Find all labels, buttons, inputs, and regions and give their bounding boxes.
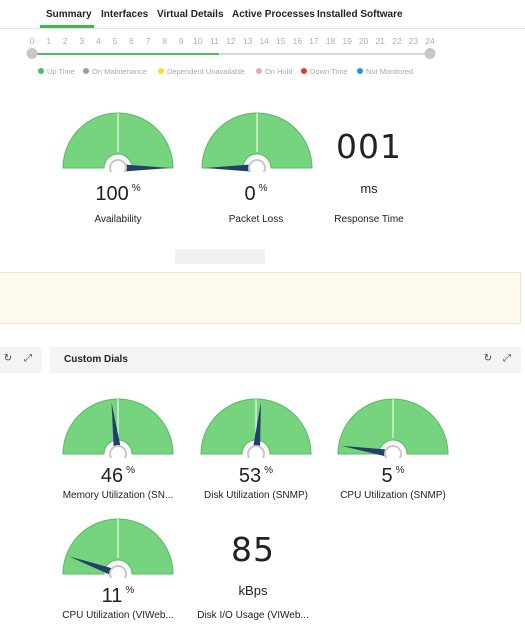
timeline-hour-label: 20	[358, 36, 369, 46]
tab-installed-software[interactable]: Installed Software	[317, 9, 403, 20]
disk-utilization-label: Disk Utilization (SNMP)	[204, 490, 308, 501]
timeline-hour-label: 10	[193, 36, 203, 46]
gauge-hub	[247, 445, 265, 458]
timeline-hour-label: 12	[226, 36, 236, 46]
timeline-hour-label: 16	[292, 36, 303, 46]
gauge-hub	[109, 159, 127, 172]
packet-loss-value: 0%	[244, 183, 268, 205]
disk-utilization-value: 53%	[238, 465, 274, 487]
disk-io-label: Disk I/O Usage (VIWeb...	[197, 610, 309, 621]
legend-up-time: Up Time	[38, 67, 75, 76]
gauge-svg	[62, 112, 174, 172]
cpu-utilization-viweb-gauge	[62, 518, 174, 578]
legend-dot	[83, 68, 89, 74]
timeline-hour-label: 15	[276, 36, 286, 46]
legend-dot	[38, 68, 44, 74]
legend-dot	[256, 68, 262, 74]
timeline-hour-label: 18	[325, 36, 336, 46]
response-time-unit: ms	[360, 181, 378, 196]
timeline-hour-label: 11	[209, 36, 219, 46]
custom-dials-title: Custom Dials	[64, 354, 128, 365]
timeline-hour-label: 9	[178, 36, 184, 46]
gauge-hub	[109, 445, 127, 458]
timeline-hour-label: 0	[29, 36, 35, 46]
cpu-utilization-viweb-label: CPU Utilization (VIWeb...	[62, 610, 174, 621]
timeline-hour-label: 19	[342, 36, 352, 46]
response-time-label: Response Time	[334, 214, 404, 225]
memory-utilization-gauge	[62, 398, 174, 458]
gauge-hub	[109, 565, 127, 578]
expand-icon[interactable]: ⤢	[22, 353, 34, 365]
timeline-hour-label: 8	[162, 36, 168, 46]
memory-utilization-label: Memory Utilization (SN...	[62, 490, 174, 501]
gauge-svg	[201, 112, 313, 172]
timeline-hour-label: 21	[375, 36, 385, 46]
cpu-utilization-snmp-label: CPU Utilization (SNMP)	[340, 490, 446, 501]
timeline-hour-label: 3	[79, 36, 85, 46]
disk-io-unit: kBps	[238, 583, 268, 598]
legend-down-time: Down Time	[301, 67, 348, 76]
timeline-hour-label: 14	[259, 36, 269, 46]
timeline-hour-label: 7	[145, 36, 151, 46]
status-legend: Up Time On Maintenance Dependent Unavail…	[0, 67, 525, 79]
tab-summary[interactable]: Summary	[46, 9, 92, 20]
availability-timeline: 0 1 2 3 4 5 6 7 8 9 10 11 12 13 14 15 16 17 18 19 20 21 22 23 24…	[0, 30, 525, 80]
response-time-value: 001	[336, 127, 402, 166]
loading-placeholder	[175, 249, 265, 264]
gauge-svg	[62, 518, 174, 578]
legend-dot	[301, 68, 307, 74]
expand-icon[interactable]: ⤢	[501, 353, 513, 365]
availability-value: 100%	[95, 183, 141, 205]
legend-not-monitored: Not Monitored	[357, 67, 413, 76]
timeline-uptime-fill	[32, 53, 219, 55]
legend-on-maintenance: On Maintenance	[83, 67, 147, 76]
legend-on-hold: On Hold	[256, 67, 293, 76]
tab-active-processes[interactable]: Active Processes	[232, 9, 315, 20]
timeline-end-handle[interactable]	[424, 48, 436, 59]
cpu-utilization-snmp-gauge	[337, 398, 449, 458]
active-tab-indicator	[40, 25, 94, 28]
notice-banner	[0, 272, 521, 324]
refresh-icon[interactable]: ↻	[482, 353, 494, 365]
disk-utilization-gauge	[200, 398, 312, 458]
refresh-icon[interactable]: ↻	[2, 353, 14, 365]
packet-loss-label: Packet Loss	[228, 214, 284, 225]
custom-dials-header: Custom Dials ↻ ⤢	[50, 347, 521, 373]
gauge-hub	[248, 159, 266, 172]
cpu-utilization-viweb-value: 11%	[101, 585, 135, 607]
legend-dot	[357, 68, 363, 74]
memory-utilization-value: 46%	[100, 465, 136, 487]
timeline-hour-label: 4	[95, 36, 101, 46]
availability-gauge	[62, 112, 174, 172]
gauge-hub	[384, 445, 402, 458]
disk-io-value: 85	[231, 530, 275, 569]
timeline-hour-label: 5	[112, 36, 118, 46]
tab-interfaces[interactable]: Interfaces	[101, 9, 148, 20]
timeline-start-handle[interactable]	[26, 48, 38, 59]
timeline-hour-label: 13	[242, 36, 253, 46]
cpu-utilization-snmp-value: 5%	[381, 465, 405, 487]
timeline-hour-label: 17	[309, 36, 319, 46]
timeline-hour-label: 22	[392, 36, 402, 46]
availability-label: Availability	[94, 214, 142, 225]
timeline-hour-label: 1	[46, 36, 51, 46]
tab-bar: Summary Interfaces Virtual Details Activ…	[0, 0, 525, 29]
timeline-hour-label: 6	[129, 36, 134, 46]
timeline-hour-label: 24	[425, 36, 435, 46]
gauge-svg	[200, 398, 312, 458]
packet-loss-gauge	[201, 112, 313, 172]
tab-virtual-details[interactable]: Virtual Details	[157, 9, 224, 20]
left-panel-header: ↻ ⤢	[0, 347, 42, 373]
legend-dependent-unavailable: Dependent Unavailable	[158, 67, 245, 76]
legend-dot	[158, 68, 164, 74]
gauge-svg	[62, 398, 174, 458]
timeline-hour-label: 23	[408, 36, 419, 46]
timeline-hour-label: 2	[62, 36, 68, 46]
gauge-svg	[337, 398, 449, 458]
